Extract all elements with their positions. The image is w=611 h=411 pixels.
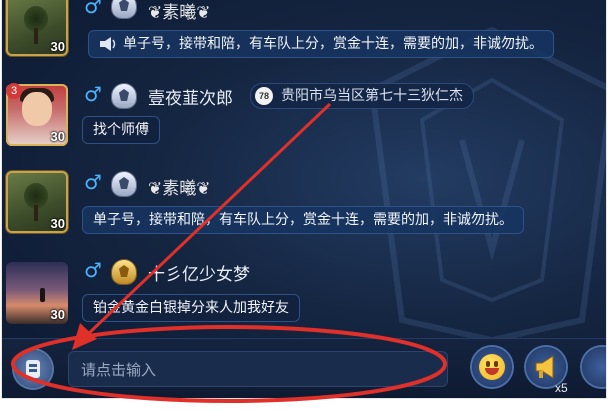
- male-icon: ♂: [84, 258, 102, 282]
- more-button[interactable]: [582, 347, 606, 387]
- emoji-button[interactable]: [472, 347, 512, 387]
- male-icon: ♂: [84, 0, 102, 18]
- voice-icon: [26, 360, 40, 378]
- emoji-icon: [479, 354, 505, 380]
- avatar-image: [34, 28, 38, 44]
- level-label: 30: [50, 39, 65, 54]
- message-bubble: 找个师傅: [82, 116, 160, 144]
- rank-icon: [112, 172, 136, 196]
- hero-icon: 78: [255, 87, 273, 105]
- avatar[interactable]: 30: [6, 262, 68, 324]
- voice-button[interactable]: [14, 350, 52, 388]
- username[interactable]: 十彡亿少女梦: [148, 260, 250, 285]
- message-text: 铂金黄金白银掉分来人加我好友: [93, 300, 289, 316]
- location-text: 贵阳市乌当区第七十三狄仁杰: [281, 88, 463, 104]
- input-bar: 请点击输入 x5: [2, 338, 606, 398]
- avatar[interactable]: 30: [6, 0, 68, 56]
- avatar-image: [40, 288, 45, 302]
- message-bubble: 铂金黄金白银掉分来人加我好友: [82, 294, 300, 322]
- message-bubble: 单子号，接带和陪，有车队上分，赏金十连，需要的加，非诚勿扰。: [88, 30, 554, 58]
- rank-icon: [112, 0, 136, 18]
- username[interactable]: ❦素曦❦: [148, 0, 211, 23]
- male-icon: ♂: [84, 82, 102, 106]
- level-label: 30: [50, 216, 65, 231]
- rank-icon: [112, 260, 136, 284]
- level-label: 30: [50, 129, 65, 144]
- message-text: 找个师傅: [93, 122, 149, 138]
- username[interactable]: 壹夜韮次郎: [148, 84, 233, 109]
- chat-input[interactable]: 请点击输入: [68, 351, 448, 387]
- avatar[interactable]: 30: [6, 171, 68, 233]
- location-tag[interactable]: 78 贵阳市乌当区第七十三狄仁杰: [250, 83, 474, 109]
- message-bubble: 单子号，接带和陪，有车队上分，赏金十连，需要的加，非诚勿扰。: [82, 206, 524, 234]
- avatar-image: [22, 92, 52, 126]
- speaker-icon: [100, 37, 116, 51]
- level-label: 30: [50, 307, 65, 322]
- background-emblem: [368, 26, 606, 344]
- chat-window: 30 ♂ ❦素曦❦ 单子号，接带和陪，有车队上分，赏金十连，需要的加，非诚勿扰。…: [2, 0, 606, 398]
- avatar-image: [34, 205, 38, 221]
- male-icon: ♂: [84, 170, 102, 194]
- notification-badge: 3: [6, 83, 22, 99]
- message-text: 单子号，接带和陪，有车队上分，赏金十连，需要的加，非诚勿扰。: [123, 36, 543, 52]
- rank-icon: [112, 84, 136, 108]
- message-text: 单子号，接带和陪，有车队上分，赏金十连，需要的加，非诚勿扰。: [93, 212, 513, 228]
- username[interactable]: ❦素曦❦: [148, 174, 211, 199]
- horn-count: x5: [555, 381, 568, 395]
